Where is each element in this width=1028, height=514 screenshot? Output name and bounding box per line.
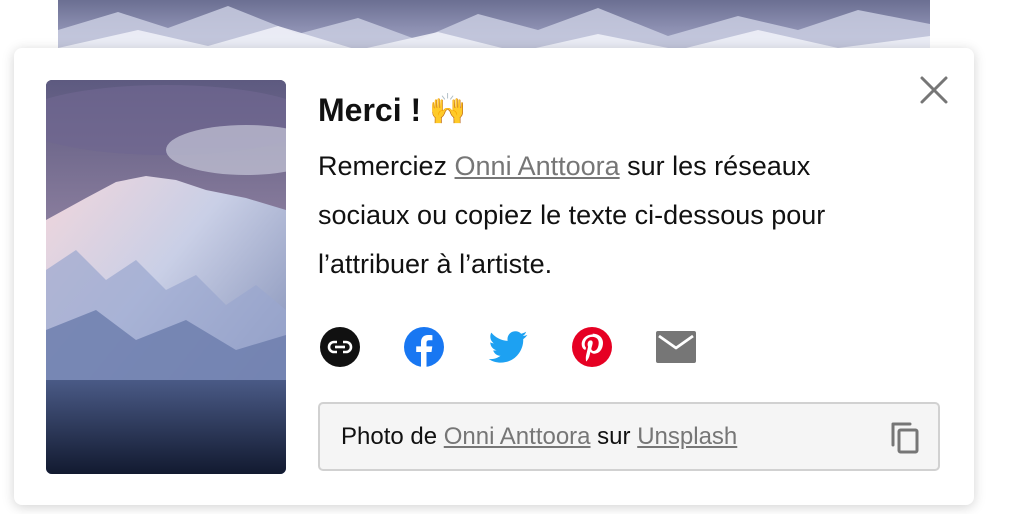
- facebook-icon: [404, 327, 444, 367]
- attribution-middle: sur: [590, 422, 638, 450]
- title-text: Merci !: [318, 92, 422, 128]
- copy-attribution-button[interactable]: [888, 420, 922, 456]
- copy-link-button[interactable]: [318, 325, 362, 369]
- attribution-text: Photo de Onni Anttoora sur Unsplash: [341, 423, 737, 451]
- twitter-icon: [488, 331, 528, 363]
- email-share-button[interactable]: [654, 325, 698, 369]
- pinterest-icon: [572, 327, 612, 367]
- email-icon: [656, 331, 696, 363]
- photo-thumbnail: [46, 80, 286, 474]
- copy-icon: [891, 422, 919, 454]
- dialog-title: Merci ! 🙌: [318, 86, 918, 134]
- dialog-content: Merci ! 🙌 Remerciez Onni Anttoora sur le…: [318, 86, 918, 289]
- artist-link[interactable]: Onni Anttoora: [455, 151, 620, 181]
- thank-you-dialog: Merci ! 🙌 Remerciez Onni Anttoora sur le…: [14, 48, 974, 505]
- attribution-prefix: Photo de: [341, 422, 444, 450]
- facebook-share-button[interactable]: [402, 325, 446, 369]
- twitter-share-button[interactable]: [486, 325, 530, 369]
- link-icon: [320, 327, 360, 367]
- share-buttons: [318, 325, 738, 369]
- close-button[interactable]: [914, 70, 954, 110]
- dialog-message: Remerciez Onni Anttoora sur les réseaux …: [318, 142, 908, 289]
- attribution-box: Photo de Onni Anttoora sur Unsplash: [318, 402, 940, 471]
- message-prefix: Remerciez: [318, 151, 455, 181]
- raising-hands-emoji: 🙌: [429, 93, 467, 126]
- attribution-artist-link[interactable]: Onni Anttoora: [444, 423, 591, 450]
- unsplash-link[interactable]: Unsplash: [637, 423, 737, 450]
- pinterest-share-button[interactable]: [570, 325, 614, 369]
- close-icon: [920, 76, 948, 104]
